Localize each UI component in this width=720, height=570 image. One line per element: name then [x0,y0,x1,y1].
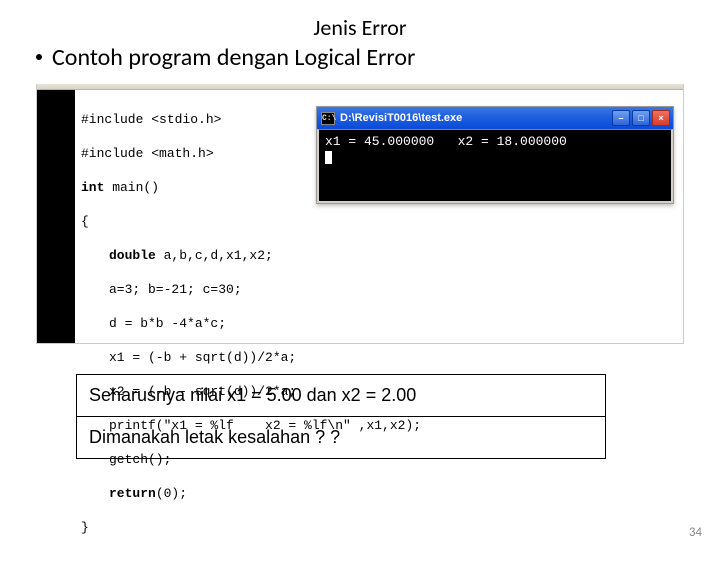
cursor-icon [325,151,332,164]
close-button[interactable]: × [652,110,670,126]
console-title: D:\RevisiT0016\test.exe [340,112,462,124]
bullet-icon [36,54,42,60]
slide-subtitle: Contoh program dengan Logical Error [36,43,720,72]
minimize-button[interactable]: – [612,110,630,126]
page-number: 34 [689,525,702,540]
console-output: x1 = 45.000000 x2 = 18.000000 [317,129,673,203]
editor-gutter [37,90,75,343]
maximize-button[interactable]: □ [632,110,650,126]
console-window: C:\ D:\RevisiT0016\test.exe – □ × x1 = 4… [316,106,674,204]
slide-title: Jenis Error [0,14,720,41]
cmd-icon: C:\ [321,112,335,125]
editor-toolbar [37,84,683,90]
console-titlebar[interactable]: C:\ D:\RevisiT0016\test.exe – □ × [317,107,673,129]
subtitle-text: Contoh program dengan Logical Error [52,43,415,72]
